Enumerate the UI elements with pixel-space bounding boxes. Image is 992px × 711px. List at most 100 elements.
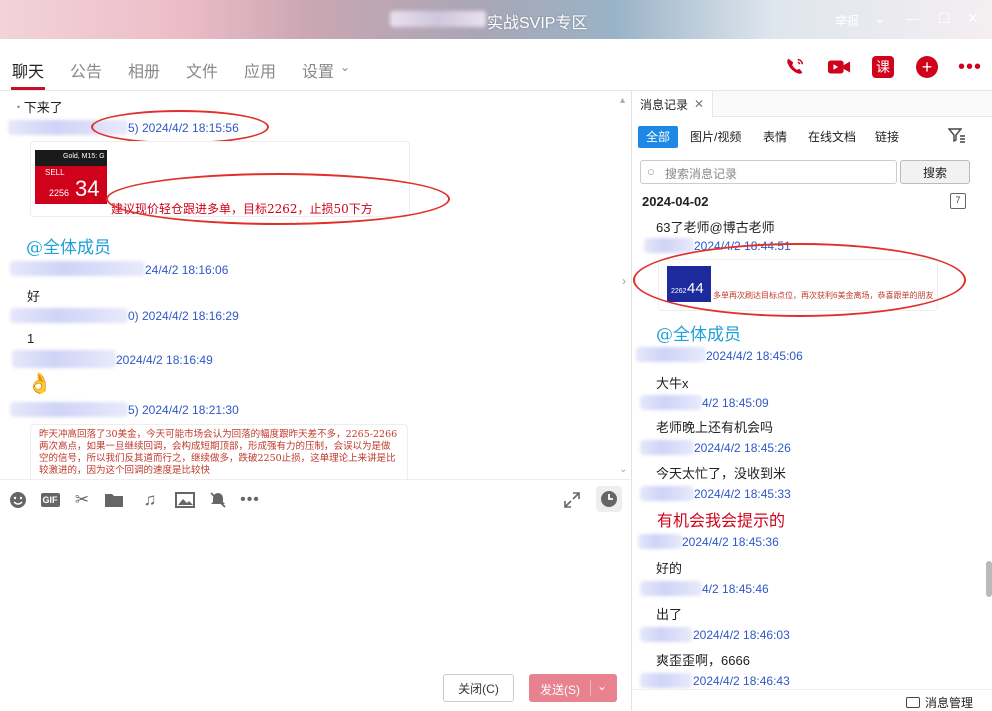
gif-icon[interactable]: GIF	[38, 490, 62, 510]
blurred-sender	[640, 395, 702, 410]
blurred-sender	[636, 347, 706, 362]
close-tab-icon[interactable]: ✕	[694, 97, 704, 111]
filter-settings-icon[interactable]	[948, 127, 966, 143]
mention-all: @全体成员	[26, 238, 111, 258]
filter-stickers[interactable]: 表情	[763, 126, 787, 148]
history-text: 大牛x	[656, 376, 689, 391]
report-link[interactable]: 举报	[835, 12, 859, 29]
maximize-icon[interactable]: ☐	[938, 10, 951, 27]
partial-id: 0)	[128, 309, 139, 323]
minimize-icon[interactable]: —	[906, 10, 920, 26]
image-icon[interactable]	[175, 490, 195, 510]
bell-off-icon[interactable]	[208, 490, 228, 510]
scissors-icon[interactable]: ✂	[72, 490, 92, 510]
chat-message-area: • 下来了 5) 2024/4/2 18:15:56 Gold, M15: G …	[0, 91, 630, 479]
blurred-sender	[12, 350, 116, 368]
dropdown-icon[interactable]: ⌄	[874, 10, 886, 27]
more-icon[interactable]: •••	[957, 54, 983, 80]
history-highlight-text: 有机会我会提示的	[657, 511, 786, 530]
image-card[interactable]: 昨天冲高回落了30美金，今天可能市场会认为回落的幅度跟昨天差不多，2265-22…	[30, 424, 408, 479]
blurred-sender	[10, 402, 128, 417]
active-tab-indicator	[11, 87, 45, 90]
message-timestamp: 2024/4/2 18:16:49	[116, 353, 213, 367]
history-scrollbar[interactable]	[986, 561, 992, 597]
emoji-icon[interactable]	[8, 490, 28, 510]
history-search-button[interactable]: 搜索	[900, 160, 970, 184]
history-footer: 消息管理	[632, 689, 992, 711]
history-text: 好的	[656, 561, 683, 576]
more-icon[interactable]: •••	[240, 490, 260, 510]
window-title: 实战SVIP专区	[487, 15, 588, 32]
send-button[interactable]: 发送(S) ⌄	[529, 674, 617, 702]
ok-hand-emoji: 👌	[27, 373, 52, 395]
video-call-icon[interactable]	[826, 54, 852, 80]
history-timestamp: 2024/4/2 18:46:43	[693, 674, 790, 688]
blurred-sender	[644, 238, 694, 253]
history-text: 今天太忙了，没收到米	[656, 466, 787, 481]
history-timestamp: 2024/4/2 18:46:03	[693, 628, 790, 642]
history-timestamp: 2024/4/2 18:45:26	[694, 441, 791, 455]
blurred-sender	[640, 581, 702, 596]
history-timestamp: 2024/4/2 18:45:33	[694, 487, 791, 501]
message-text: 好	[27, 289, 41, 304]
add-circle-icon[interactable]: +	[914, 54, 940, 80]
input-toolbar: GIF ✂ ♫ •••	[0, 479, 630, 519]
folder-icon[interactable]	[104, 490, 124, 510]
tab-announcement[interactable]: 公告	[70, 58, 102, 82]
phone-call-icon[interactable]	[782, 54, 808, 80]
search-icon: ○	[647, 164, 655, 179]
message-text: • 下来了	[17, 100, 63, 115]
tab-apps[interactable]: 应用	[244, 58, 276, 82]
message-text: 1	[27, 331, 35, 346]
message-timestamp: 2024/4/2 18:16:29	[142, 309, 239, 323]
tab-settings[interactable]: 设置	[302, 58, 334, 82]
blurred-group-name	[390, 11, 486, 27]
scroll-down-icon[interactable]: ⌄	[619, 464, 627, 475]
title-bar: 实战SVIP专区 举报 ⌄ — ☐ ✕	[0, 0, 992, 39]
lesson-icon[interactable]: 课	[870, 54, 896, 80]
tab-message-history[interactable]: 消息记录 ✕	[632, 91, 714, 117]
blurred-sender	[10, 261, 145, 276]
filter-links[interactable]: 链接	[875, 126, 899, 148]
tab-chat[interactable]: 聊天	[12, 58, 44, 82]
blurred-sender	[10, 308, 128, 323]
history-timestamp: 4/2 18:45:09	[702, 396, 769, 410]
history-search-input[interactable]: ○ 搜索消息记录	[640, 160, 897, 184]
blurred-sender	[640, 627, 692, 642]
send-options-chevron-icon[interactable]: ⌄	[597, 679, 607, 693]
panel-collapse-icon[interactable]: ›	[622, 274, 626, 288]
tab-files[interactable]: 文件	[186, 58, 218, 82]
filter-images-videos[interactable]: 图片/视频	[690, 126, 741, 148]
filter-all[interactable]: 全部	[638, 126, 679, 148]
filter-online-docs[interactable]: 在线文档	[808, 126, 856, 148]
close-button[interactable]: 关闭(C)	[443, 674, 514, 702]
message-history-panel: 消息记录 ✕ 全部 图片/视频 表情 在线文档 链接 ○ 搜索消息记录 搜索 2…	[631, 91, 992, 711]
sell-box: SELL 2256 34	[35, 166, 107, 204]
expand-icon[interactable]	[562, 490, 582, 510]
history-timestamp: 4/2 18:45:46	[702, 582, 769, 596]
calendar-icon[interactable]: 7	[950, 193, 966, 209]
blurred-sender	[638, 534, 682, 549]
message-timestamp: 24/4/2 18:16:06	[145, 263, 229, 277]
message-manage-icon	[906, 697, 920, 708]
close-icon[interactable]: ✕	[967, 10, 979, 27]
annotation-oval	[91, 110, 269, 144]
partial-id: 5)	[128, 403, 139, 417]
history-timestamp: 2024/4/2 18:45:36	[682, 535, 779, 549]
music-icon[interactable]: ♫	[140, 490, 160, 510]
history-tab-bar: 消息记录 ✕	[632, 91, 992, 117]
chart-header: Gold, M15: G	[35, 150, 107, 166]
clock-icon[interactable]	[596, 486, 622, 512]
main-tabs: 聊天 公告 相册 文件 应用 设置 ⌄ 课 + •••	[0, 39, 992, 91]
history-text: 63了老师@博古老师	[656, 220, 775, 235]
tab-album[interactable]: 相册	[128, 58, 160, 82]
annotation-oval	[633, 243, 966, 317]
message-manage-button[interactable]: 消息管理	[906, 694, 973, 711]
mention-all: @全体成员	[656, 325, 741, 345]
blurred-sender	[640, 486, 694, 501]
history-timestamp: 2024/4/2 18:45:06	[706, 349, 803, 363]
chevron-down-icon[interactable]: ⌄	[340, 60, 350, 74]
annotation-oval	[106, 173, 450, 225]
scroll-up-icon[interactable]: ▴	[620, 95, 625, 106]
history-text: 出了	[656, 607, 683, 622]
